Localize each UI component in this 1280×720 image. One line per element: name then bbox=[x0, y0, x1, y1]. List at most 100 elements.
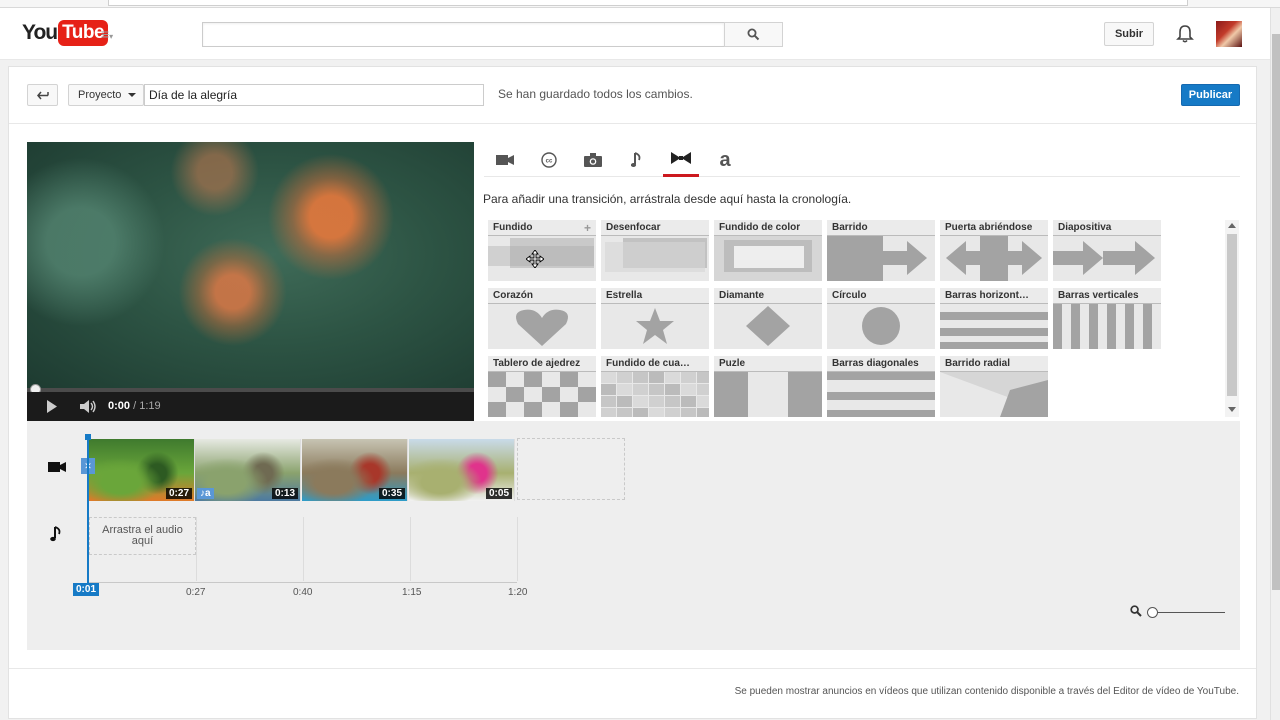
volume-icon[interactable] bbox=[80, 400, 97, 413]
transition-preview-dbars bbox=[827, 372, 935, 417]
duration: / 1:19 bbox=[133, 400, 161, 412]
transition-tile-puzzle[interactable]: Puzle bbox=[714, 356, 822, 417]
transition-label: Puzle bbox=[714, 356, 822, 372]
player-time: 0:00 / 1:19 bbox=[108, 400, 161, 412]
ruler-tick: 0:40 bbox=[293, 587, 313, 598]
notifications-bell-icon[interactable] bbox=[1176, 24, 1194, 47]
tab-video[interactable] bbox=[487, 142, 523, 177]
transition-preview-hbars bbox=[940, 312, 1048, 349]
transition-preview-puzzle bbox=[714, 372, 822, 417]
save-status: Se han guardado todos los cambios. bbox=[498, 87, 693, 101]
back-button[interactable] bbox=[27, 84, 58, 106]
grid-line bbox=[303, 517, 304, 581]
clip-duration: 0:13 bbox=[271, 488, 298, 499]
video-drop-zone[interactable] bbox=[517, 438, 625, 500]
transition-label: Puerta abriéndose bbox=[940, 220, 1048, 236]
tab-captions[interactable]: cc bbox=[531, 142, 567, 177]
timeline: 0:270:13♪a0:350:05 ✕ Arrastra el audio a… bbox=[27, 421, 1240, 650]
search-input[interactable] bbox=[202, 22, 725, 47]
masthead: You Tube ≡▾ Subir bbox=[0, 8, 1270, 60]
zoom-icon bbox=[1130, 605, 1142, 617]
caret-down-icon bbox=[128, 93, 136, 97]
zoom-slider-track[interactable] bbox=[1153, 612, 1225, 613]
clip-duration: 0:35 bbox=[378, 488, 405, 499]
guide-menu-icon[interactable]: ≡▾ bbox=[101, 26, 113, 42]
transition-preview-door bbox=[946, 236, 1042, 281]
transitions-scrollbar[interactable] bbox=[1225, 220, 1239, 417]
grid-line bbox=[410, 517, 411, 581]
zoom-slider-handle[interactable] bbox=[1147, 607, 1158, 618]
transitions-scrollbar-thumb[interactable] bbox=[1227, 234, 1237, 396]
transition-preview-blur bbox=[605, 238, 707, 272]
bowtie-icon bbox=[671, 152, 691, 164]
transition-tile-star[interactable]: Estrella bbox=[601, 288, 709, 349]
add-plus-icon[interactable]: + bbox=[584, 221, 591, 235]
clip-duration: 0:05 bbox=[485, 488, 512, 499]
tab-transitions[interactable] bbox=[663, 142, 699, 177]
editor-tabs: cc a bbox=[484, 142, 1240, 177]
transition-label: Diapositiva bbox=[1053, 220, 1161, 236]
transitions-hint: Para añadir una transición, arrástrala d… bbox=[483, 192, 852, 206]
scroll-down-icon[interactable] bbox=[1228, 407, 1236, 412]
transition-tile-hbars[interactable]: Barras horizont… bbox=[940, 288, 1048, 349]
avatar[interactable] bbox=[1216, 21, 1242, 47]
transition-label: Círculo bbox=[827, 288, 935, 304]
transition-tile-door[interactable]: Puerta abriéndose bbox=[940, 220, 1048, 281]
video-preview-player[interactable]: 0:00 / 1:19 bbox=[27, 142, 474, 421]
scroll-up-icon[interactable] bbox=[1228, 223, 1236, 228]
project-dropdown[interactable]: Proyecto bbox=[68, 84, 144, 106]
youtube-logo[interactable]: You Tube bbox=[22, 20, 109, 46]
project-title-input[interactable] bbox=[144, 84, 484, 106]
tab-audio[interactable] bbox=[619, 142, 655, 177]
search-icon bbox=[747, 28, 760, 41]
transition-tile-diamond[interactable]: Diamante bbox=[714, 288, 822, 349]
video-frame bbox=[27, 142, 474, 392]
page-scrollbar[interactable] bbox=[1270, 8, 1280, 720]
transition-label: Barras verticales bbox=[1053, 288, 1161, 304]
search-button[interactable] bbox=[724, 22, 783, 47]
upload-button[interactable]: Subir bbox=[1104, 22, 1154, 46]
text-a-icon: a bbox=[719, 148, 731, 171]
video-clip[interactable]: 0:05 bbox=[409, 439, 515, 501]
transition-tile-vbars[interactable]: Barras verticales bbox=[1053, 288, 1161, 349]
video-clip[interactable]: 0:13 ♪a bbox=[195, 439, 301, 501]
transition-tile-colorfade[interactable]: Fundido de color bbox=[714, 220, 822, 281]
publish-button[interactable]: Publicar bbox=[1181, 84, 1240, 106]
transition-tile-blur[interactable]: Desenfocar bbox=[601, 220, 709, 281]
transition-tile-radial[interactable]: Barrido radial bbox=[940, 356, 1048, 417]
clip-audio-text-badge: ♪a bbox=[197, 488, 214, 499]
transition-label: Fundido bbox=[488, 220, 596, 236]
svg-text:cc: cc bbox=[546, 158, 553, 164]
project-dropdown-label: Proyecto bbox=[78, 89, 122, 101]
tab-text[interactable]: a bbox=[707, 142, 743, 177]
transition-tile-circle[interactable]: Círculo bbox=[827, 288, 935, 349]
transition-tile-dbars[interactable]: Barras diagonales bbox=[827, 356, 935, 417]
camera-icon bbox=[584, 152, 602, 167]
footer-note: Se pueden mostrar anuncios en vídeos que… bbox=[734, 686, 1239, 697]
tab-photos[interactable] bbox=[575, 142, 611, 177]
transition-tile-squares[interactable]: Fundido de cua… bbox=[601, 356, 709, 417]
transition-preview-wipe bbox=[827, 236, 927, 281]
transition-tile-slide[interactable]: Diapositiva bbox=[1053, 220, 1161, 281]
video-clip[interactable]: 0:27 bbox=[89, 439, 195, 501]
url-bar[interactable] bbox=[108, 0, 1188, 6]
current-time: 0:00 bbox=[108, 400, 131, 412]
transition-tile-wipe[interactable]: Barrido bbox=[827, 220, 935, 281]
transition-preview-squares bbox=[601, 372, 709, 417]
transition-preview-star bbox=[636, 308, 674, 344]
play-icon[interactable] bbox=[46, 400, 58, 413]
audio-drop-zone[interactable]: Arrastra el audio aquí bbox=[89, 517, 196, 555]
transition-preview-radial bbox=[940, 372, 1048, 417]
time-ruler bbox=[87, 582, 517, 583]
transitions-grid: Fundido + Desenfocar Fundido de color Barrid… bbox=[487, 220, 1207, 420]
transition-tile-checker[interactable]: Tablero de ajedrez bbox=[488, 356, 596, 417]
playhead[interactable] bbox=[85, 434, 91, 584]
page-scrollbar-thumb[interactable] bbox=[1272, 34, 1280, 590]
playhead-cap[interactable] bbox=[85, 434, 91, 440]
transition-tile-fade[interactable]: Fundido + bbox=[488, 220, 596, 281]
transition-preview-heart bbox=[516, 309, 568, 346]
transition-label: Fundido de cua… bbox=[601, 356, 709, 372]
ruler-tick: 0:27 bbox=[186, 587, 206, 598]
transition-tile-heart[interactable]: Corazón bbox=[488, 288, 596, 349]
video-clip[interactable]: 0:35 bbox=[302, 439, 408, 501]
